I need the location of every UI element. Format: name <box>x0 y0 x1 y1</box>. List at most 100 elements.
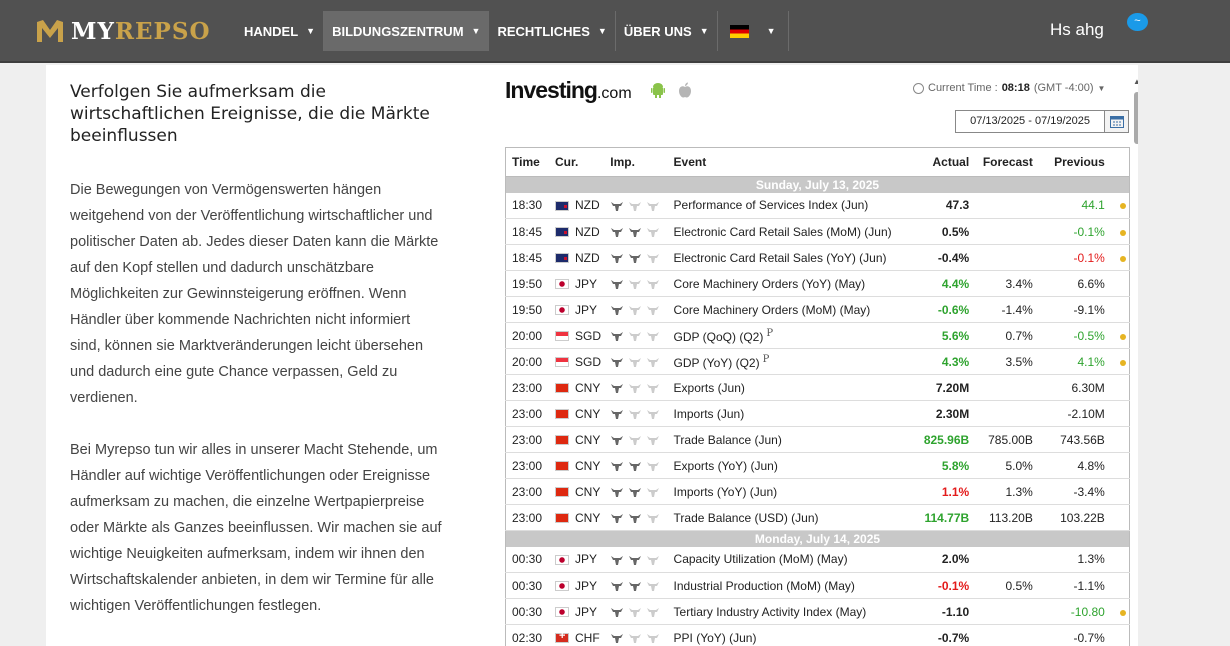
event-row[interactable]: 18:30 NZD Performance of Services Index (J… <box>505 192 1130 219</box>
apple-icon[interactable] <box>678 82 692 98</box>
event-name[interactable]: Core Machinery Orders (YoY) (May) <box>667 270 918 297</box>
preliminary-icon: P <box>766 327 774 339</box>
jp-flag-icon <box>554 555 569 566</box>
sg-flag-icon <box>554 331 569 342</box>
bull-empty-icon <box>629 305 642 315</box>
event-row[interactable]: 02:30CHFPPI (YoY) (Jun)-0.7%-0.7% <box>505 624 1130 646</box>
table-header-row: Time Cur. Imp. Event Actual Forecast Pre… <box>505 147 1130 177</box>
event-importance <box>604 192 668 219</box>
event-name[interactable]: Electronic Card Retail Sales (MoM) (Jun) <box>667 218 918 245</box>
event-status <box>1110 296 1130 323</box>
bull-importance-icon <box>611 383 624 393</box>
events-table: Time Cur. Imp. Event Actual Forecast Pre… <box>505 147 1130 646</box>
event-row[interactable]: 00:30 JPY Industrial Production (MoM) (May… <box>505 572 1130 599</box>
date-range-picker[interactable]: 07/13/2025 - 07/19/2025 <box>955 110 1129 133</box>
event-importance <box>604 452 668 479</box>
event-name[interactable]: Exports (YoY) (Jun) <box>667 452 918 479</box>
event-name[interactable]: Performance of Services Index (Jun) <box>667 192 918 219</box>
event-row[interactable]: 19:50 JPY Core Machinery Orders (MoM) (May… <box>505 296 1130 323</box>
cn-flag-icon <box>554 513 569 524</box>
event-name[interactable]: Imports (YoY) (Jun) <box>667 478 918 505</box>
event-time: 20:00 <box>505 348 549 375</box>
event-row[interactable]: 19:50 JPY Core Machinery Orders (YoY) (May… <box>505 270 1130 297</box>
event-time: 20:00 <box>505 322 549 349</box>
event-row[interactable]: 23:00 CNY Imports (Jun) 2.30M -2.10M <box>505 400 1130 427</box>
main-nav: HANDEL ▼ BILDUNGSZENTRUM ▼ RECHTLICHES ▼ ÜB… <box>236 11 789 51</box>
brand-logo[interactable]: MYREPSO <box>35 15 210 47</box>
event-name[interactable]: Exports (Jun) <box>667 374 918 401</box>
event-importance <box>604 426 668 453</box>
event-name[interactable]: Industrial Production (MoM) (May) <box>667 572 918 599</box>
col-time: Time <box>505 147 549 177</box>
event-row[interactable]: 23:00 CNY Exports (Jun) 7.20M 6.30M <box>505 374 1130 401</box>
scroll-up-arrow-icon[interactable]: ▲ <box>1133 77 1138 86</box>
event-row[interactable]: 23:00 CNY Imports (YoY) (Jun) 1.1% 1.3% -3.4% <box>505 478 1130 505</box>
event-forecast <box>975 192 1039 219</box>
event-forecast: 5.0% <box>975 452 1039 479</box>
event-row[interactable]: 20:00 SGD GDP (YoY) (Q2) P 4.3% 3.5% 4.1% <box>505 348 1130 375</box>
event-status <box>1110 374 1130 401</box>
caret-down-icon: ▼ <box>766 26 776 36</box>
event-name[interactable]: Trade Balance (USD) (Jun) <box>667 504 918 531</box>
scrollbar-thumb[interactable] <box>1134 92 1138 144</box>
revised-dot-icon <box>1119 359 1126 366</box>
event-name[interactable]: Trade Balance (Jun) <box>667 426 918 453</box>
event-row[interactable]: 23:00 CNY Trade Balance (Jun) 825.96B 785.00… <box>505 426 1130 453</box>
event-row[interactable]: 18:45 NZD Electronic Card Retail Sales (Yo… <box>505 244 1130 271</box>
event-time: 19:50 <box>505 270 549 297</box>
event-row[interactable]: 20:00 SGD GDP (QoQ) (Q2) P 5.6% 0.7% -0.5% <box>505 322 1130 349</box>
event-name[interactable]: Electronic Card Retail Sales (YoY) (Jun) <box>667 244 918 271</box>
nav-rechtliches[interactable]: RECHTLICHES ▼ <box>489 11 616 51</box>
event-importance <box>604 504 668 531</box>
event-time: 00:30 <box>505 572 549 599</box>
jp-flag-icon <box>554 607 569 618</box>
event-currency: SGD <box>548 322 605 349</box>
event-name[interactable]: Core Machinery Orders (MoM) (May) <box>667 296 918 323</box>
event-forecast <box>975 374 1039 401</box>
day-header-row: Monday, July 14, 2025 <box>505 530 1130 547</box>
event-row[interactable]: 18:45 NZD Electronic Card Retail Sales (Mo… <box>505 218 1130 245</box>
event-previous: -0.7% <box>1038 624 1111 646</box>
top-navbar: MYREPSO HANDEL ▼ BILDUNGSZENTRUM ▼ RECHTLI… <box>0 0 1230 63</box>
date-range-input[interactable]: 07/13/2025 - 07/19/2025 <box>956 111 1106 132</box>
calendar-icon[interactable] <box>1105 111 1128 132</box>
event-status <box>1110 546 1130 573</box>
event-name[interactable]: Imports (Jun) <box>667 400 918 427</box>
bull-empty-icon <box>629 633 642 643</box>
nav-ueber-uns[interactable]: ÜBER UNS ▼ <box>616 11 718 51</box>
investing-logo[interactable]: Investing.com <box>505 77 632 104</box>
bull-importance-icon <box>611 461 624 471</box>
event-row[interactable]: 23:00 CNY Trade Balance (USD) (Jun) 114.77B… <box>505 504 1130 531</box>
event-row[interactable]: 00:30 JPY Tertiary Industry Activity Index… <box>505 598 1130 625</box>
event-actual: -0.6% <box>917 296 976 323</box>
notification-badge[interactable]: ~ <box>1127 13 1148 31</box>
event-currency: JPY <box>548 270 605 297</box>
nav-bildungszentrum[interactable]: BILDUNGSZENTRUM ▼ <box>324 11 490 51</box>
bull-importance-icon <box>611 555 624 565</box>
event-previous: 4.1% <box>1038 348 1111 375</box>
col-event: Event <box>667 147 918 177</box>
nav-handel[interactable]: HANDEL ▼ <box>236 11 325 51</box>
event-name[interactable]: Tertiary Industry Activity Index (May) <box>667 598 918 625</box>
event-row[interactable]: 00:30 JPY Capacity Utilization (MoM) (May)… <box>505 546 1130 573</box>
event-row[interactable]: 23:00 CNY Exports (YoY) (Jun) 5.8% 5.0% 4.8% <box>505 452 1130 479</box>
user-name[interactable]: Hs ahg <box>1050 20 1104 40</box>
bull-empty-icon <box>629 409 642 419</box>
event-forecast: 113.20B <box>975 504 1039 531</box>
event-name[interactable]: Capacity Utilization (MoM) (May) <box>667 546 918 573</box>
event-importance <box>604 296 668 323</box>
language-selector[interactable]: ▼ <box>718 11 789 51</box>
event-name[interactable]: GDP (YoY) (Q2) P <box>667 348 918 375</box>
bull-empty-icon <box>647 513 660 523</box>
events-body: Sunday, July 13, 2025 18:30 NZD Performance… <box>505 176 1130 646</box>
event-previous: 103.22B <box>1038 504 1111 531</box>
event-name[interactable]: PPI (YoY) (Jun) <box>667 624 918 646</box>
event-currency: JPY <box>548 572 605 599</box>
event-previous: 6.30M <box>1038 374 1111 401</box>
current-time[interactable]: Current Time : 08:18 (GMT -4:00) ▼ <box>913 82 1105 94</box>
bull-empty-icon <box>647 383 660 393</box>
logo-mark-icon <box>37 20 63 42</box>
android-icon[interactable] <box>651 82 665 98</box>
event-name[interactable]: GDP (QoQ) (Q2) P <box>667 322 918 349</box>
event-time: 23:00 <box>505 400 549 427</box>
